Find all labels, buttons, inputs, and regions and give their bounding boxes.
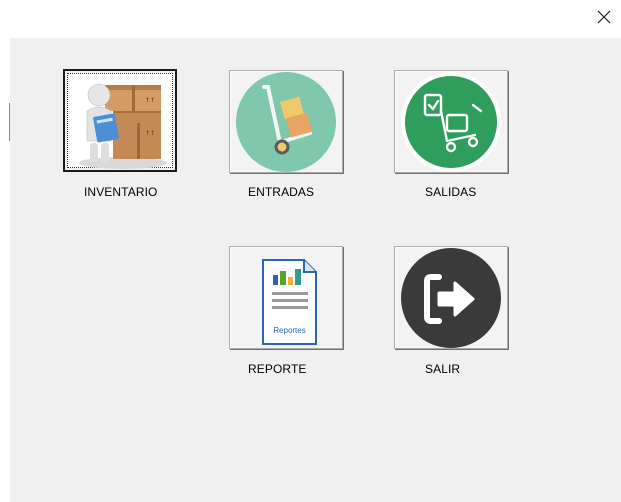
report-document-icon: Reportes xyxy=(262,259,317,345)
main-menu-panel: ↑↑ ↑↑ INVENTARIO ENTRADAS SALIDAS Report… xyxy=(10,38,621,502)
svg-text:↑↑: ↑↑ xyxy=(145,97,155,104)
entradas-label: ENTRADAS xyxy=(248,185,315,199)
salidas-label: SALIDAS xyxy=(425,185,477,199)
inventario-label: INVENTARIO xyxy=(84,185,158,199)
checklist-cart-icon xyxy=(401,72,501,172)
title-bar xyxy=(0,0,621,38)
salir-label: SALIR xyxy=(425,362,461,376)
exit-arrow-icon xyxy=(401,248,501,348)
reporte-button[interactable]: Reportes xyxy=(229,246,343,349)
close-button[interactable] xyxy=(593,6,615,28)
hand-truck-icon xyxy=(236,72,336,172)
inventario-button[interactable]: ↑↑ ↑↑ xyxy=(63,69,177,172)
salir-button[interactable] xyxy=(394,246,508,349)
entradas-button[interactable] xyxy=(229,70,343,173)
close-icon xyxy=(597,10,611,24)
report-icon-caption: Reportes xyxy=(273,326,305,335)
inventory-boxes-icon: ↑↑ ↑↑ xyxy=(79,83,167,169)
reporte-label: REPORTE xyxy=(248,362,307,376)
window-edge xyxy=(0,38,10,502)
svg-text:↑↑: ↑↑ xyxy=(145,130,155,137)
salidas-button[interactable] xyxy=(394,70,508,173)
